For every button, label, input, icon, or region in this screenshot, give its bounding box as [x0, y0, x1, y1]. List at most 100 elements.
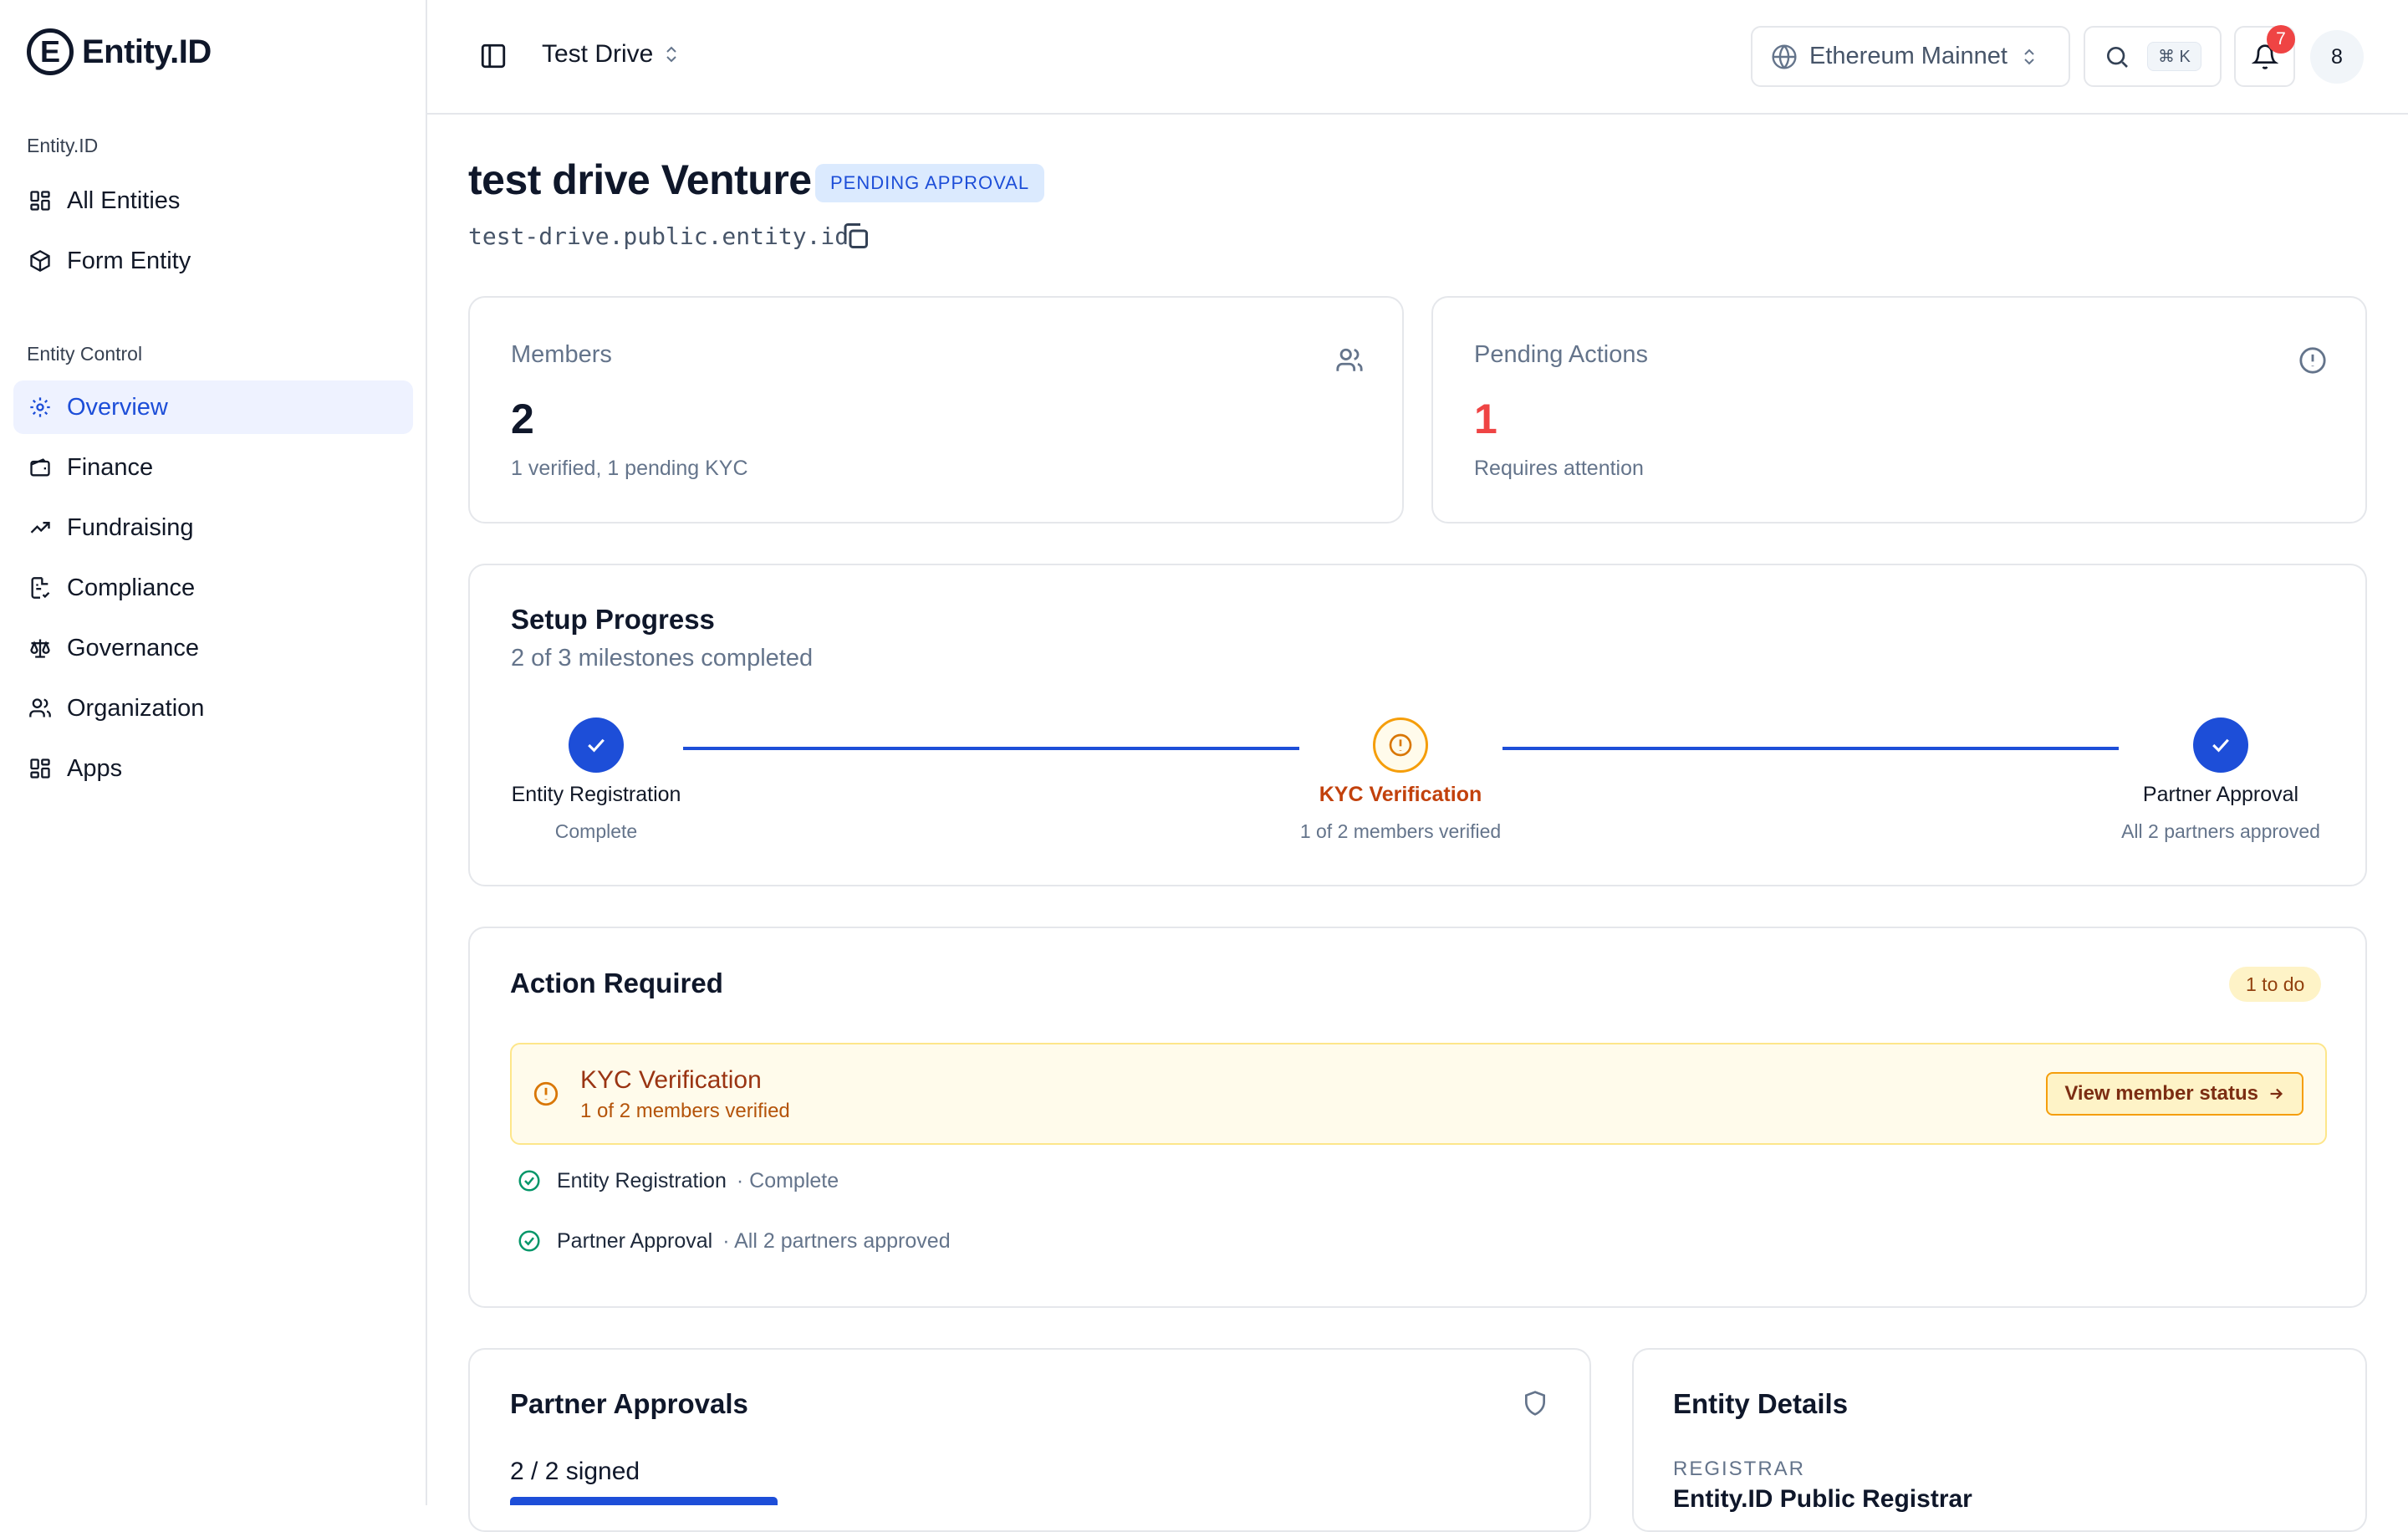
project-switcher[interactable]: Test Drive: [542, 40, 681, 69]
sidebar-item-label: Fundraising: [67, 513, 194, 541]
step-2-circle: [1373, 717, 1428, 773]
members-label: Members: [511, 341, 612, 368]
sidebar-item-compliance[interactable]: Compliance: [13, 561, 413, 615]
search-shortcut: ⌘ K: [2147, 42, 2201, 71]
registrar-label: REGISTRAR: [1673, 1458, 1806, 1480]
sidebar-item-governance[interactable]: Governance: [13, 621, 413, 675]
approvals-signed: 2 / 2 signed: [510, 1458, 640, 1485]
members-count: 2: [511, 396, 534, 442]
sidebar-item-label: Overview: [67, 393, 168, 421]
sidebar-item-label: All Entities: [67, 186, 181, 214]
sidebar-section-entity-id: Entity.ID: [27, 135, 99, 156]
network-name: Ethereum Mainnet: [1809, 43, 2008, 69]
avatar[interactable]: 8: [2310, 30, 2364, 84]
sidebar-item-organization[interactable]: Organization: [13, 682, 413, 735]
step-connector: [1502, 747, 2119, 750]
approvals-title: Partner Approvals: [510, 1388, 748, 1419]
sidebar-item-label: Compliance: [67, 574, 196, 601]
step-2-sub: 1 of 2 members verified: [1299, 820, 1502, 842]
pending-sub: Requires attention: [1474, 457, 1644, 480]
step-1-circle: [569, 717, 624, 773]
approvals-progress-bar: [510, 1497, 778, 1505]
alert-sub: 1 of 2 members verified: [580, 1100, 790, 1122]
sidebar-section-entity-control: Entity Control: [27, 343, 143, 365]
check-circle-icon: [518, 1230, 540, 1252]
project-name: Test Drive: [542, 40, 654, 68]
sidebar-item-overview[interactable]: Overview: [13, 380, 413, 434]
pending-label: Pending Actions: [1474, 341, 1648, 368]
users-icon: [29, 698, 51, 717]
step-connector: [683, 747, 1299, 750]
completed-item: Partner Approval · All 2 partners approv…: [517, 1228, 951, 1254]
globe-icon: [1772, 43, 1797, 69]
completed-sub: · All 2 partners approved: [722, 1228, 951, 1253]
todo-badge: 1 to do: [2229, 967, 2322, 1002]
sidebar-item-label: Apps: [67, 754, 123, 782]
check-icon: [588, 738, 605, 753]
sidebar-item-label: Form Entity: [67, 247, 191, 274]
page-title: test drive Venture: [468, 156, 812, 203]
setup-progress-card: Setup Progress 2 of 3 milestones complet…: [468, 564, 2367, 886]
grid-icon: [30, 191, 50, 211]
top-header: Test Drive Ethereum Mainnet ⌘ K 7 8: [427, 0, 2408, 115]
registrar-value: Entity.ID Public Registrar: [1673, 1485, 1972, 1513]
completed-label: Entity Registration: [557, 1168, 727, 1192]
sidebar: E Entity.ID Entity.ID All Entities Form …: [0, 0, 427, 1505]
users-icon: [1336, 348, 1363, 371]
chevron-updown-icon: [2024, 49, 2034, 64]
shield-icon: [1525, 1391, 1545, 1416]
sidebar-item-label: Organization: [67, 694, 205, 722]
alert-circle-icon: [533, 1081, 559, 1106]
gear-icon: [30, 397, 50, 417]
completed-item: Entity Registration · Complete: [517, 1168, 839, 1193]
sidebar-item-fundraising[interactable]: Fundraising: [13, 501, 413, 554]
sidebar-item-label: Finance: [67, 453, 154, 481]
chevron-updown-icon: [666, 46, 677, 63]
button-label: View member status: [2064, 1082, 2258, 1105]
alert-circle-icon: [1389, 733, 1412, 757]
network-select[interactable]: Ethereum Mainnet: [1751, 26, 2070, 87]
app-logo[interactable]: E Entity.ID: [27, 28, 212, 75]
sidebar-toggle-icon[interactable]: [479, 42, 508, 70]
sidebar-item-all-entities[interactable]: All Entities: [13, 174, 413, 227]
scale-icon: [30, 639, 50, 658]
details-title: Entity Details: [1673, 1388, 1849, 1419]
search-icon: [2107, 46, 2128, 68]
completed-label: Partner Approval: [557, 1228, 713, 1253]
document-check-icon: [31, 577, 50, 599]
alert-circle-icon: [2299, 347, 2326, 374]
logo-mark: E: [27, 28, 74, 75]
status-badge: PENDING APPROVAL: [815, 164, 1045, 202]
action-title: Action Required: [510, 968, 723, 998]
view-member-status-button[interactable]: View member status: [2046, 1072, 2303, 1116]
wallet-icon: [30, 458, 50, 477]
search-button[interactable]: ⌘ K: [2084, 26, 2222, 87]
step-3-circle: [2193, 717, 2248, 773]
setup-subtitle: 2 of 3 milestones completed: [511, 645, 814, 672]
pending-count: 1: [1474, 396, 1497, 442]
completed-sub: · Complete: [736, 1168, 839, 1192]
step-1-label: Entity Registration: [511, 783, 681, 806]
sidebar-item-label: Governance: [67, 634, 199, 661]
entity-domain: test-drive.public.entity.id: [468, 222, 849, 250]
step-1-sub: Complete: [554, 820, 638, 842]
kyc-alert: KYC Verification 1 of 2 members verified…: [510, 1043, 2327, 1145]
sidebar-item-apps[interactable]: Apps: [13, 742, 413, 795]
notification-count-badge: 7: [2267, 25, 2295, 54]
check-icon: [2212, 738, 2229, 753]
pending-actions-card: Pending Actions 1 Requires attention: [1431, 296, 2367, 523]
step-3-label: Partner Approval: [2142, 783, 2299, 806]
sidebar-item-form-entity[interactable]: Form Entity: [13, 234, 413, 288]
copy-icon[interactable]: [840, 221, 870, 251]
arrow-right-icon: [2270, 1088, 2283, 1100]
check-circle-icon: [518, 1170, 540, 1192]
trending-up-icon: [30, 522, 50, 534]
members-sub: 1 verified, 1 pending KYC: [511, 457, 748, 480]
cube-icon: [30, 249, 50, 273]
alert-title: KYC Verification: [580, 1066, 762, 1094]
grid-icon: [30, 758, 50, 779]
setup-title: Setup Progress: [511, 604, 715, 635]
step-2-label: KYC Verification: [1319, 783, 1482, 806]
sidebar-item-finance[interactable]: Finance: [13, 441, 413, 494]
step-3-sub: All 2 partners approved: [2121, 820, 2320, 842]
